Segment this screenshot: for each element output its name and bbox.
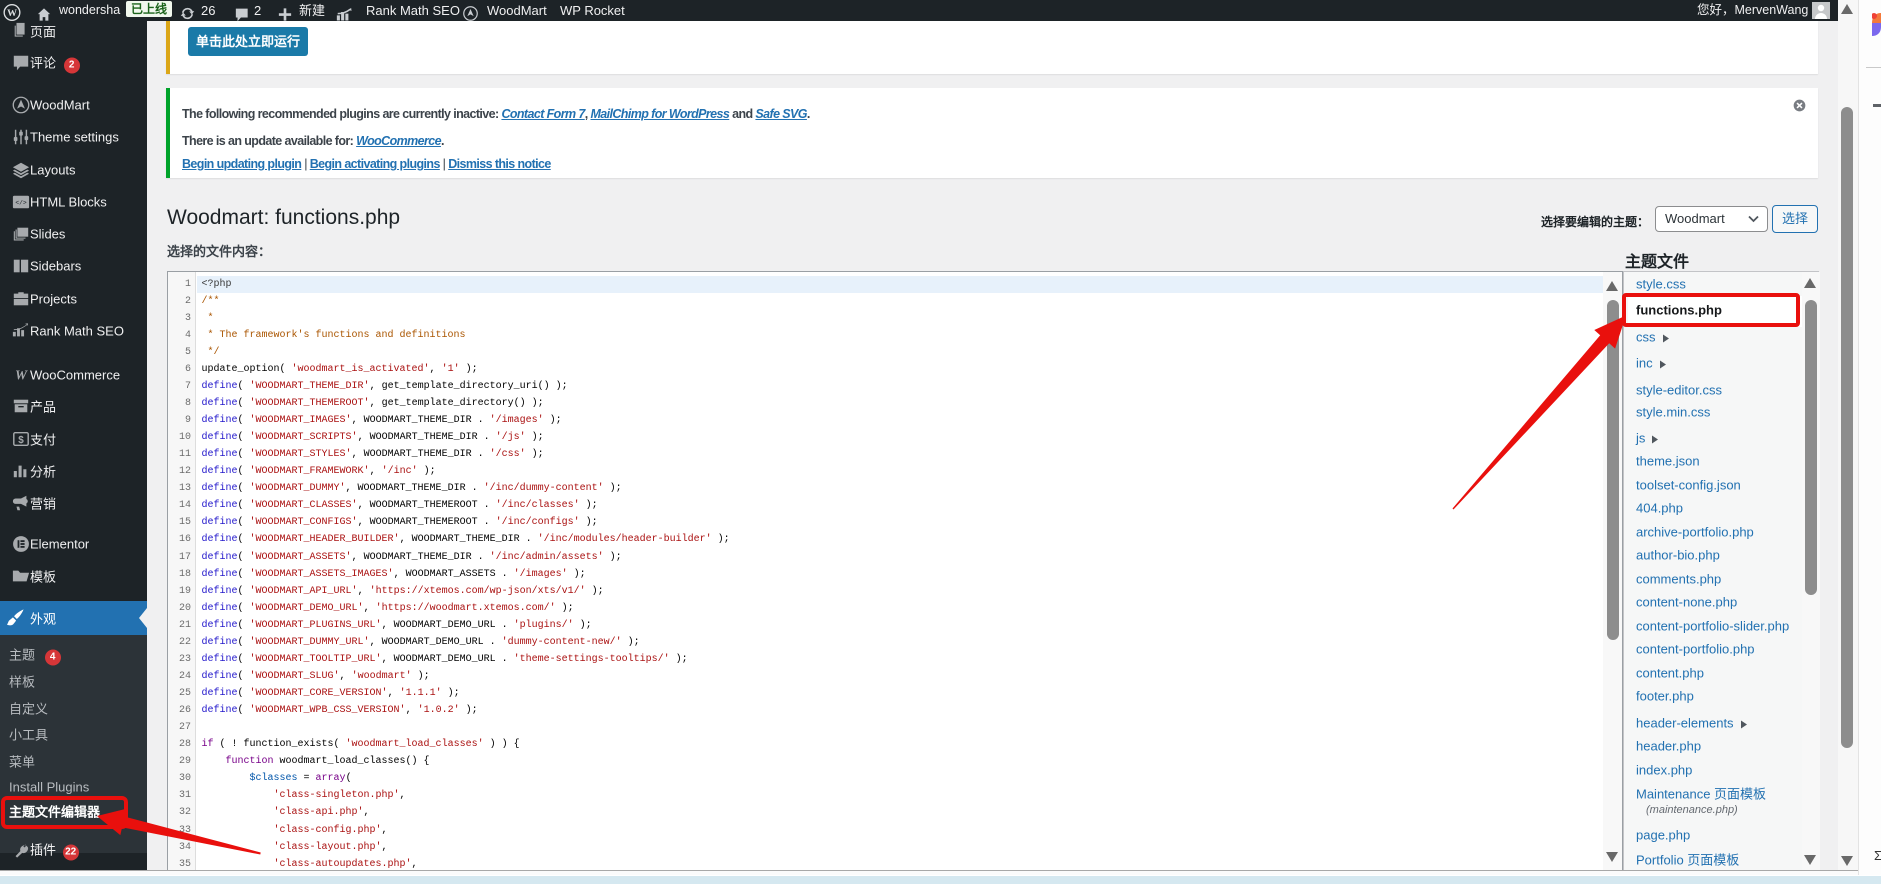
svg-text:</>: </> (15, 199, 27, 206)
svg-text:W: W (15, 367, 28, 382)
svg-text:$: $ (18, 435, 24, 446)
